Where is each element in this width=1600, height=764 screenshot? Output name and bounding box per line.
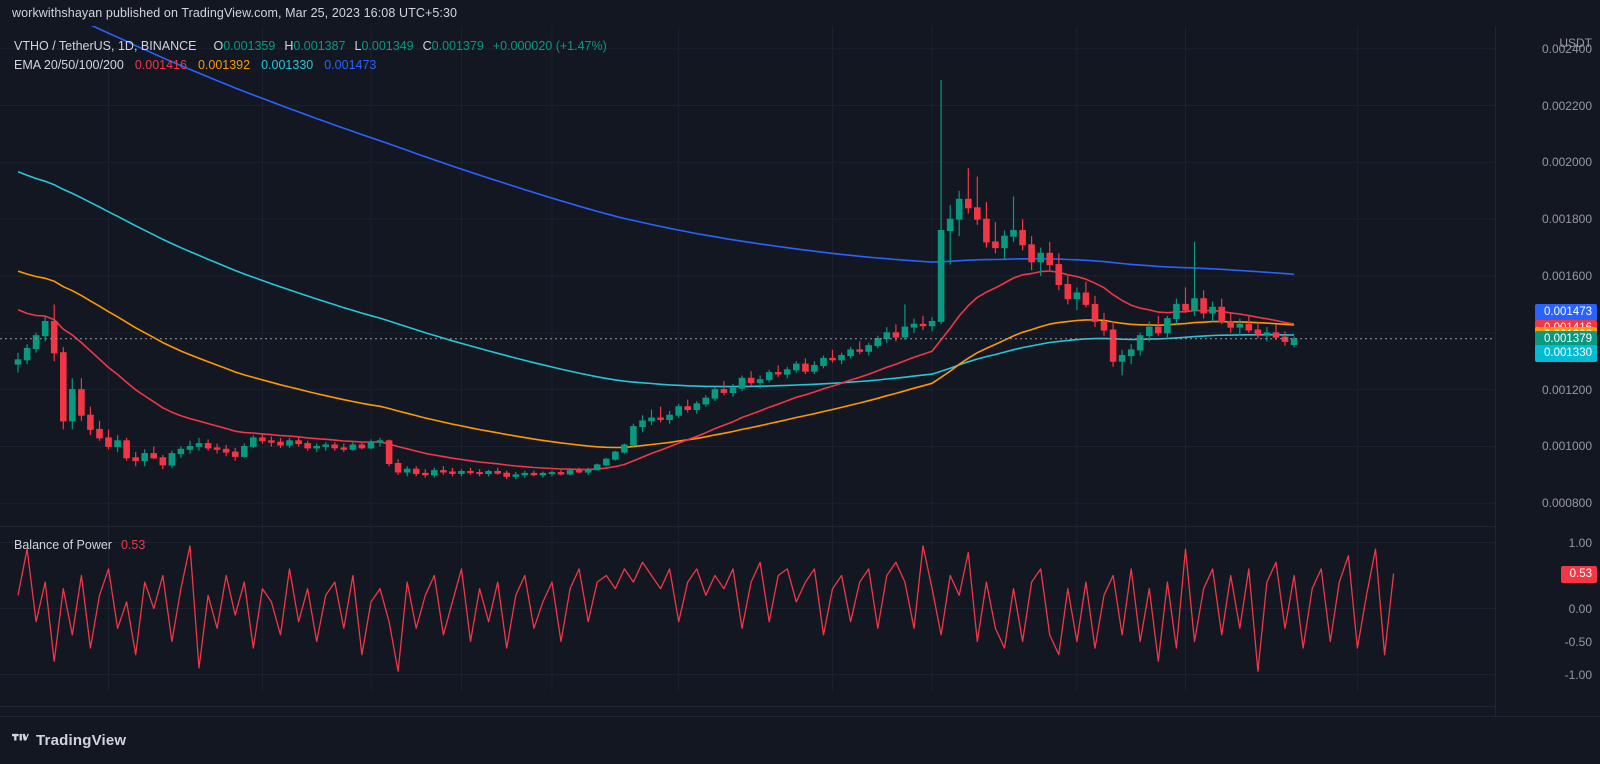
- tradingview-logo-icon: [12, 732, 29, 749]
- price-tag[interactable]: 0.001473: [1535, 304, 1597, 322]
- legend-close-value: 0.001379: [431, 39, 484, 53]
- publish-text: workwithshayan published on TradingView.…: [12, 6, 458, 20]
- publish-bar: workwithshayan published on TradingView.…: [0, 0, 1600, 26]
- bop-pane-plot: [17, 545, 1395, 672]
- price-axis[interactable]: USDT 0.002400 0.002200 0.002000 0.001800 0.0…: [1495, 26, 1600, 716]
- bop-legend-value: 0.53: [120, 538, 146, 552]
- bop-legend[interactable]: Balance of Power 0.53: [14, 538, 145, 552]
- price-axis-tick: 0.001800: [1541, 212, 1592, 227]
- ema-legend-label: EMA 20/50/100/200: [14, 58, 124, 72]
- price-tag[interactable]: 0.001330: [1535, 344, 1597, 362]
- legend-high-value: 0.001387: [293, 39, 346, 53]
- ema-value-3: 0.001473: [324, 58, 377, 72]
- bop-axis-tick: -0.50: [1564, 634, 1592, 649]
- price-axis-tick: 0.002200: [1541, 98, 1592, 113]
- bop-legend-label: Balance of Power: [14, 538, 112, 552]
- tradingview-chart-screenshot: workwithshayan published on TradingView.…: [0, 0, 1600, 764]
- legend-close-key: C: [422, 39, 432, 53]
- price-axis-tick: 0.001200: [1541, 382, 1592, 397]
- legend-open-value: 0.001359: [223, 39, 276, 53]
- price-pane-plot: [0, 26, 1495, 480]
- bop-value-tag[interactable]: 0.53: [1561, 565, 1597, 583]
- price-axis-tick: 0.000800: [1541, 496, 1592, 511]
- tradingview-brand: TradingView: [36, 732, 127, 749]
- legend-low-value: 0.001349: [361, 39, 414, 53]
- ema-value-1: 0.001392: [197, 58, 251, 72]
- legend-high-key: H: [284, 39, 294, 53]
- chart-legend: VTHO / TetherUS, 1D, BINANCE O 0.001359 H…: [14, 39, 607, 53]
- chart-frame[interactable]: VTHO / TetherUS, 1D, BINANCE O 0.001359 H…: [0, 26, 1600, 729]
- price-axis-tick: 0.001000: [1541, 439, 1592, 454]
- legend-symbol[interactable]: VTHO / TetherUS, 1D, BINANCE: [14, 39, 196, 53]
- legend-low-key: L: [354, 39, 362, 53]
- ema-value-2: 0.001330: [261, 58, 314, 72]
- footer-bar: TradingView: [0, 716, 1600, 764]
- legend-change: +0.000020 (+1.47%): [492, 39, 607, 53]
- price-axis-tick: 0.002000: [1541, 155, 1592, 170]
- bop-axis-tick: 1.00: [1568, 535, 1592, 550]
- price-axis-tick: 0.002400: [1541, 41, 1592, 56]
- bop-axis-tick: -1.00: [1564, 667, 1592, 682]
- legend-open-key: O: [213, 39, 224, 53]
- ema-value-0: 0.001416: [134, 58, 187, 72]
- ema-legend-values: 0.001416 0.001392 0.001330 0.001473: [135, 58, 377, 72]
- price-axis-tick: 0.001600: [1541, 269, 1592, 283]
- bop-axis-tick: 0.00: [1568, 601, 1592, 616]
- ema-legend[interactable]: EMA 20/50/100/200 0.001416 0.001392 0.0013…: [14, 58, 376, 72]
